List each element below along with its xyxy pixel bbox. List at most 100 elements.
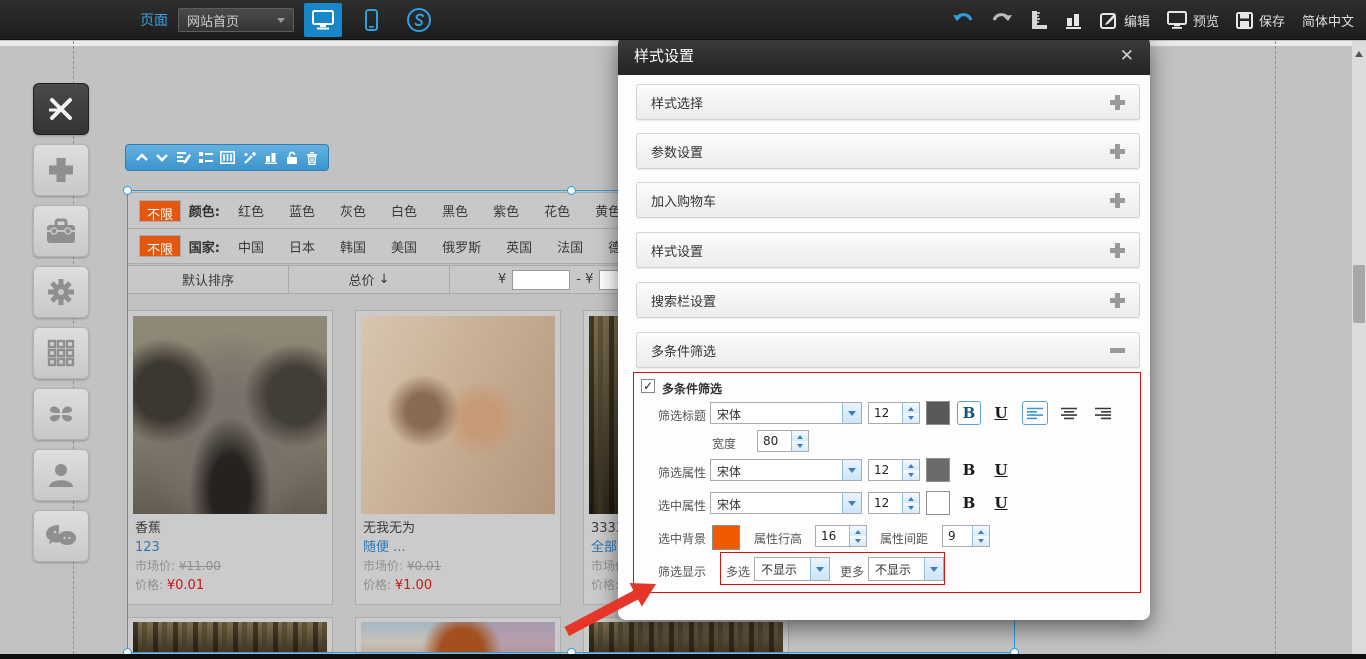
toolbox-icon	[45, 217, 77, 245]
filter-attr-font-select[interactable]: 宋体	[710, 459, 862, 481]
align-right-button[interactable]	[1090, 401, 1116, 425]
mobile-view-button[interactable]	[352, 3, 390, 37]
page-select[interactable]: 网站首页	[178, 8, 294, 32]
underline-button[interactable]: U	[989, 458, 1013, 482]
scrollbar[interactable]	[1352, 41, 1366, 654]
spinner-down-icon[interactable]	[973, 536, 989, 546]
sliders-icon[interactable]	[220, 151, 235, 164]
edit-icon[interactable]	[176, 151, 191, 164]
chevron-down-icon[interactable]	[842, 403, 861, 423]
gear-icon	[46, 277, 76, 307]
scroll-up-icon[interactable]	[1355, 47, 1363, 57]
chevron-down-icon[interactable]	[810, 558, 829, 580]
close-icon[interactable]: ✕	[1120, 46, 1134, 66]
theme-style-button[interactable]	[400, 3, 438, 37]
expand-plus-icon[interactable]	[1110, 243, 1125, 258]
bold-button[interactable]: B	[957, 491, 981, 515]
move-down-icon[interactable]	[156, 153, 168, 162]
chevron-down-icon[interactable]	[924, 558, 943, 580]
section-add-to-cart[interactable]: 加入购物车	[636, 182, 1140, 218]
spinner-up-icon[interactable]	[903, 460, 919, 470]
filter-title-color-swatch[interactable]	[926, 401, 950, 425]
redo-icon[interactable]	[991, 12, 1013, 28]
edit-button[interactable]: 编辑	[1100, 11, 1150, 30]
desktop-view-button[interactable]	[304, 3, 342, 37]
underline-button[interactable]: U	[989, 491, 1013, 515]
magic-wand-icon[interactable]	[243, 151, 257, 165]
more-dropdown[interactable]: 不显示	[868, 557, 944, 581]
chevron-down-icon[interactable]	[842, 460, 861, 480]
row-height-value: 16	[816, 526, 849, 546]
row-height-spinner[interactable]: 16	[815, 525, 867, 547]
section-search-bar[interactable]: 搜索栏设置	[636, 282, 1140, 318]
section-style-select[interactable]: 样式选择	[636, 84, 1140, 120]
move-up-icon[interactable]	[136, 153, 148, 162]
expand-plus-icon[interactable]	[1110, 95, 1125, 110]
sidebar-item-widgets[interactable]	[33, 388, 89, 440]
spinner-down-icon[interactable]	[903, 503, 919, 513]
selected-attr-font-select[interactable]: 宋体	[710, 492, 862, 514]
align-center-button[interactable]	[1056, 401, 1082, 425]
section-style-settings[interactable]: 样式设置	[636, 232, 1140, 268]
check-icon: ✓	[643, 379, 653, 393]
sidebar-item-chat[interactable]	[33, 510, 89, 562]
language-switcher[interactable]: 简体中文	[1302, 11, 1354, 30]
filter-attr-size-spinner[interactable]: 12	[868, 459, 920, 481]
chevron-down-icon	[277, 18, 285, 27]
panel-header: 样式设置 ✕	[618, 36, 1150, 75]
sidebar-item-modules[interactable]	[33, 327, 89, 379]
multi-filter-checkbox[interactable]: ✓	[641, 379, 655, 393]
filter-title-font-select[interactable]: 宋体	[710, 402, 862, 424]
expand-plus-icon[interactable]	[1110, 293, 1125, 308]
font-select-value: 宋体	[711, 403, 842, 423]
filter-title-size-spinner[interactable]: 12	[868, 402, 920, 424]
app-root: 页面 网站首页 编辑	[0, 0, 1366, 659]
spinner-up-icon[interactable]	[903, 493, 919, 503]
window-bottom-edge	[0, 654, 1366, 659]
ruler-icon[interactable]	[1030, 10, 1048, 30]
filter-attr-color-swatch[interactable]	[926, 458, 950, 482]
section-multi-filter[interactable]: 多条件筛选	[636, 332, 1140, 368]
selected-attr-color-swatch[interactable]	[926, 491, 950, 515]
align-left-button[interactable]	[1022, 401, 1048, 425]
undo-icon[interactable]	[952, 12, 974, 28]
expand-plus-icon[interactable]	[1110, 193, 1125, 208]
save-button[interactable]: 保存	[1236, 11, 1285, 30]
section-parameters[interactable]: 参数设置	[636, 133, 1140, 169]
sidebar-item-user[interactable]	[33, 449, 89, 501]
bold-button[interactable]: B	[957, 401, 981, 425]
sidebar-item-app-market[interactable]	[33, 83, 89, 135]
sidebar-item-settings[interactable]	[33, 266, 89, 318]
selected-attr-size-spinner[interactable]: 12	[868, 492, 920, 514]
sidebar-item-toolbox[interactable]	[33, 205, 89, 257]
expand-plus-icon[interactable]	[1110, 144, 1125, 159]
spinner-up-icon[interactable]	[903, 403, 919, 413]
selection-handle-top-mid[interactable]	[567, 186, 576, 195]
sidebar-item-add[interactable]	[33, 144, 89, 196]
spinner-down-icon[interactable]	[903, 470, 919, 480]
selected-bg-color-swatch[interactable]	[712, 525, 740, 550]
list-icon[interactable]	[199, 152, 213, 164]
scrollbar-thumb[interactable]	[1353, 265, 1365, 323]
preview-button[interactable]: 预览	[1167, 11, 1219, 30]
width-spinner[interactable]: 80	[757, 430, 809, 452]
spinner-up-icon[interactable]	[973, 526, 989, 536]
underline-button[interactable]: U	[989, 401, 1013, 425]
spinner-down-icon[interactable]	[850, 536, 866, 546]
spinner-down-icon[interactable]	[903, 413, 919, 423]
font-select-value: 宋体	[711, 460, 842, 480]
stats-icon[interactable]	[1065, 11, 1083, 29]
spinner-up-icon[interactable]	[850, 526, 866, 536]
bold-button[interactable]: B	[957, 458, 981, 482]
spinner-up-icon[interactable]	[792, 431, 808, 441]
trash-icon[interactable]	[306, 151, 318, 165]
multi-select-dropdown[interactable]: 不显示	[754, 557, 830, 581]
selection-handle-top-left[interactable]	[123, 186, 132, 195]
grid-icon	[47, 339, 75, 367]
attr-spacing-spinner[interactable]: 9	[942, 525, 990, 547]
spinner-down-icon[interactable]	[792, 441, 808, 451]
lock-icon[interactable]	[286, 151, 298, 165]
chevron-down-icon[interactable]	[842, 493, 861, 513]
collapse-minus-icon[interactable]	[1110, 348, 1125, 353]
stats-icon[interactable]	[265, 151, 278, 164]
